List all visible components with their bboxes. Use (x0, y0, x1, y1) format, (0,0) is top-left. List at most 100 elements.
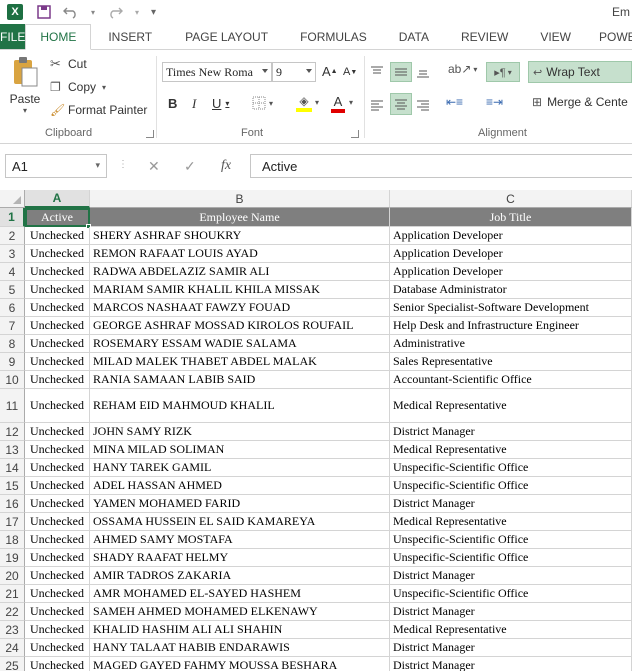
tab-insert[interactable]: INSERT (91, 24, 169, 49)
align-left-button[interactable] (370, 95, 388, 115)
cell-employee-name[interactable]: MINA MILAD SOLIMAN (90, 441, 390, 459)
cell-employee-name[interactable]: SAMEH AHMED MOHAMED ELKENAWY (90, 603, 390, 621)
cell-active[interactable]: Unchecked (25, 389, 90, 423)
cell-employee-name[interactable]: AHMED SAMY MOSTAFA (90, 531, 390, 549)
cell-job-title[interactable]: Unspecific-Scientific Office (390, 549, 632, 567)
cell-employee-name[interactable]: HANY TALAAT HABIB ENDARAWIS (90, 639, 390, 657)
cell-active[interactable]: Unchecked (25, 459, 90, 477)
cell-job-title[interactable]: District Manager (390, 657, 632, 671)
paste-dropdown-icon[interactable]: ▾ (23, 106, 27, 115)
cell-job-title[interactable]: Application Developer (390, 245, 632, 263)
row-number[interactable]: 20 (0, 567, 25, 585)
cell-job-title[interactable]: Unspecific-Scientific Office (390, 459, 632, 477)
tab-power-query[interactable]: POWER Q (587, 24, 632, 49)
chevron-down-icon[interactable]: ▾ (95, 160, 100, 171)
cell-job-title[interactable]: District Manager (390, 639, 632, 657)
cell-employee-name[interactable]: GEORGE ASHRAF MOSSAD KIROLOS ROUFAIL (90, 317, 390, 335)
cell-active[interactable]: Unchecked (25, 353, 90, 371)
row-number[interactable]: 25 (0, 657, 25, 671)
cell-employee-name[interactable]: RADWA ABDELAZIZ SAMIR ALI (90, 263, 390, 281)
cell-employee-name[interactable]: JOHN SAMY RIZK (90, 423, 390, 441)
row-number[interactable]: 18 (0, 531, 25, 549)
cell-job-title[interactable]: Application Developer (390, 227, 632, 245)
row-number[interactable]: 12 (0, 423, 25, 441)
cell-active[interactable]: Unchecked (25, 477, 90, 495)
row-number[interactable]: 15 (0, 477, 25, 495)
row-number[interactable]: 22 (0, 603, 25, 621)
italic-button[interactable]: I (192, 96, 196, 112)
formula-input[interactable]: Active (250, 154, 632, 178)
cell-active[interactable]: Unchecked (25, 585, 90, 603)
cell-employee-name[interactable]: SHADY RAAFAT HELMY (90, 549, 390, 567)
cell-employee-name[interactable]: MARIAM SAMIR KHALIL KHILA MISSAK (90, 281, 390, 299)
cell-job-title[interactable]: Application Developer (390, 263, 632, 281)
cell-job-title[interactable]: Medical Representative (390, 389, 632, 423)
enter-icon[interactable]: ✓ (184, 158, 196, 175)
clipboard-launcher-icon[interactable] (146, 130, 154, 138)
tab-review[interactable]: REVIEW (445, 24, 524, 49)
cell-employee-name[interactable]: MILAD MALEK THABET ABDEL MALAK (90, 353, 390, 371)
cell-employee-name[interactable]: KHALID HASHIM ALI ALI SHAHIN (90, 621, 390, 639)
cell-job-title[interactable]: District Manager (390, 603, 632, 621)
cut-button[interactable]: ✂ Cut (50, 56, 87, 72)
row-number[interactable]: 24 (0, 639, 25, 657)
align-right-button[interactable] (416, 95, 434, 115)
cell-active[interactable]: Unchecked (25, 245, 90, 263)
cell-active[interactable]: Unchecked (25, 281, 90, 299)
cell-job-title[interactable]: Unspecific-Scientific Office (390, 585, 632, 603)
row-number[interactable]: 4 (0, 263, 25, 281)
cell-job-title[interactable]: Medical Representative (390, 513, 632, 531)
cell-job-title[interactable]: Database Administrator (390, 281, 632, 299)
cell-employee-name[interactable]: OSSAMA HUSSEIN EL SAID KAMAREYA (90, 513, 390, 531)
cell-active[interactable]: Unchecked (25, 513, 90, 531)
cell-job-title[interactable]: District Manager (390, 495, 632, 513)
align-center-button[interactable] (390, 93, 412, 115)
cell-active[interactable]: Unchecked (25, 371, 90, 389)
cell-job-title[interactable]: Medical Representative (390, 621, 632, 639)
font-size-select[interactable]: 9 (272, 62, 316, 82)
cell-employee-name[interactable]: HANY TAREK GAMIL (90, 459, 390, 477)
cell-job-title[interactable]: Help Desk and Infrastructure Engineer (390, 317, 632, 335)
cell-active[interactable]: Unchecked (25, 423, 90, 441)
tab-view[interactable]: VIEW (524, 24, 587, 49)
row-number[interactable]: 23 (0, 621, 25, 639)
row-number[interactable]: 21 (0, 585, 25, 603)
cell-active[interactable]: Unchecked (25, 317, 90, 335)
cell-employee-name[interactable]: MAGED GAYED FAHMY MOUSSA BESHARA (90, 657, 390, 671)
redo-dropdown-icon[interactable]: ▾ (135, 8, 139, 17)
row-number[interactable]: 19 (0, 549, 25, 567)
middle-align-button[interactable] (390, 62, 412, 82)
save-icon[interactable] (37, 5, 51, 19)
tab-data[interactable]: DATA (383, 24, 445, 49)
underline-button[interactable]: U ▾ (212, 96, 229, 111)
top-align-button[interactable] (370, 62, 388, 82)
row-number[interactable]: 6 (0, 299, 25, 317)
tab-file[interactable]: FILE (0, 24, 26, 49)
cell-job-title[interactable]: Accountant-Scientific Office (390, 371, 632, 389)
grow-font-button[interactable]: A ▲ (322, 64, 338, 79)
row-number[interactable]: 8 (0, 335, 25, 353)
worksheet-grid[interactable]: A B C 1 Active Employee Name Job Title 2… (0, 190, 632, 671)
header-cell-active[interactable]: Active (25, 208, 90, 227)
cell-job-title[interactable]: Senior Specialist-Software Development (390, 299, 632, 317)
row-number[interactable]: 16 (0, 495, 25, 513)
bold-button[interactable]: B (168, 96, 177, 111)
cell-job-title[interactable]: Unspecific-Scientific Office (390, 477, 632, 495)
cell-active[interactable]: Unchecked (25, 335, 90, 353)
row-number[interactable]: 13 (0, 441, 25, 459)
cell-job-title[interactable]: District Manager (390, 567, 632, 585)
paste-button[interactable]: Paste ▾ (9, 56, 41, 115)
cell-employee-name[interactable]: AMR MOHAMED EL-SAYED HASHEM (90, 585, 390, 603)
shrink-font-button[interactable]: A ▼ (343, 66, 357, 78)
format-painter-button[interactable]: 🖌 Format Painter (50, 103, 147, 117)
decrease-indent-button[interactable]: ⇤≡ (446, 95, 463, 109)
cell-employee-name[interactable]: YAMEN MOHAMED FARID (90, 495, 390, 513)
cell-job-title[interactable]: Administrative (390, 335, 632, 353)
bottom-align-button[interactable] (416, 62, 434, 82)
cancel-icon[interactable]: ✕ (148, 158, 160, 175)
redo-icon[interactable] (107, 5, 124, 19)
fill-color-dropdown-icon[interactable]: ▾ (315, 98, 319, 107)
cell-employee-name[interactable]: AMIR TADROS ZAKARIA (90, 567, 390, 585)
tab-page-layout[interactable]: PAGE LAYOUT (169, 24, 284, 49)
tab-formulas[interactable]: FORMULAS (284, 24, 383, 49)
